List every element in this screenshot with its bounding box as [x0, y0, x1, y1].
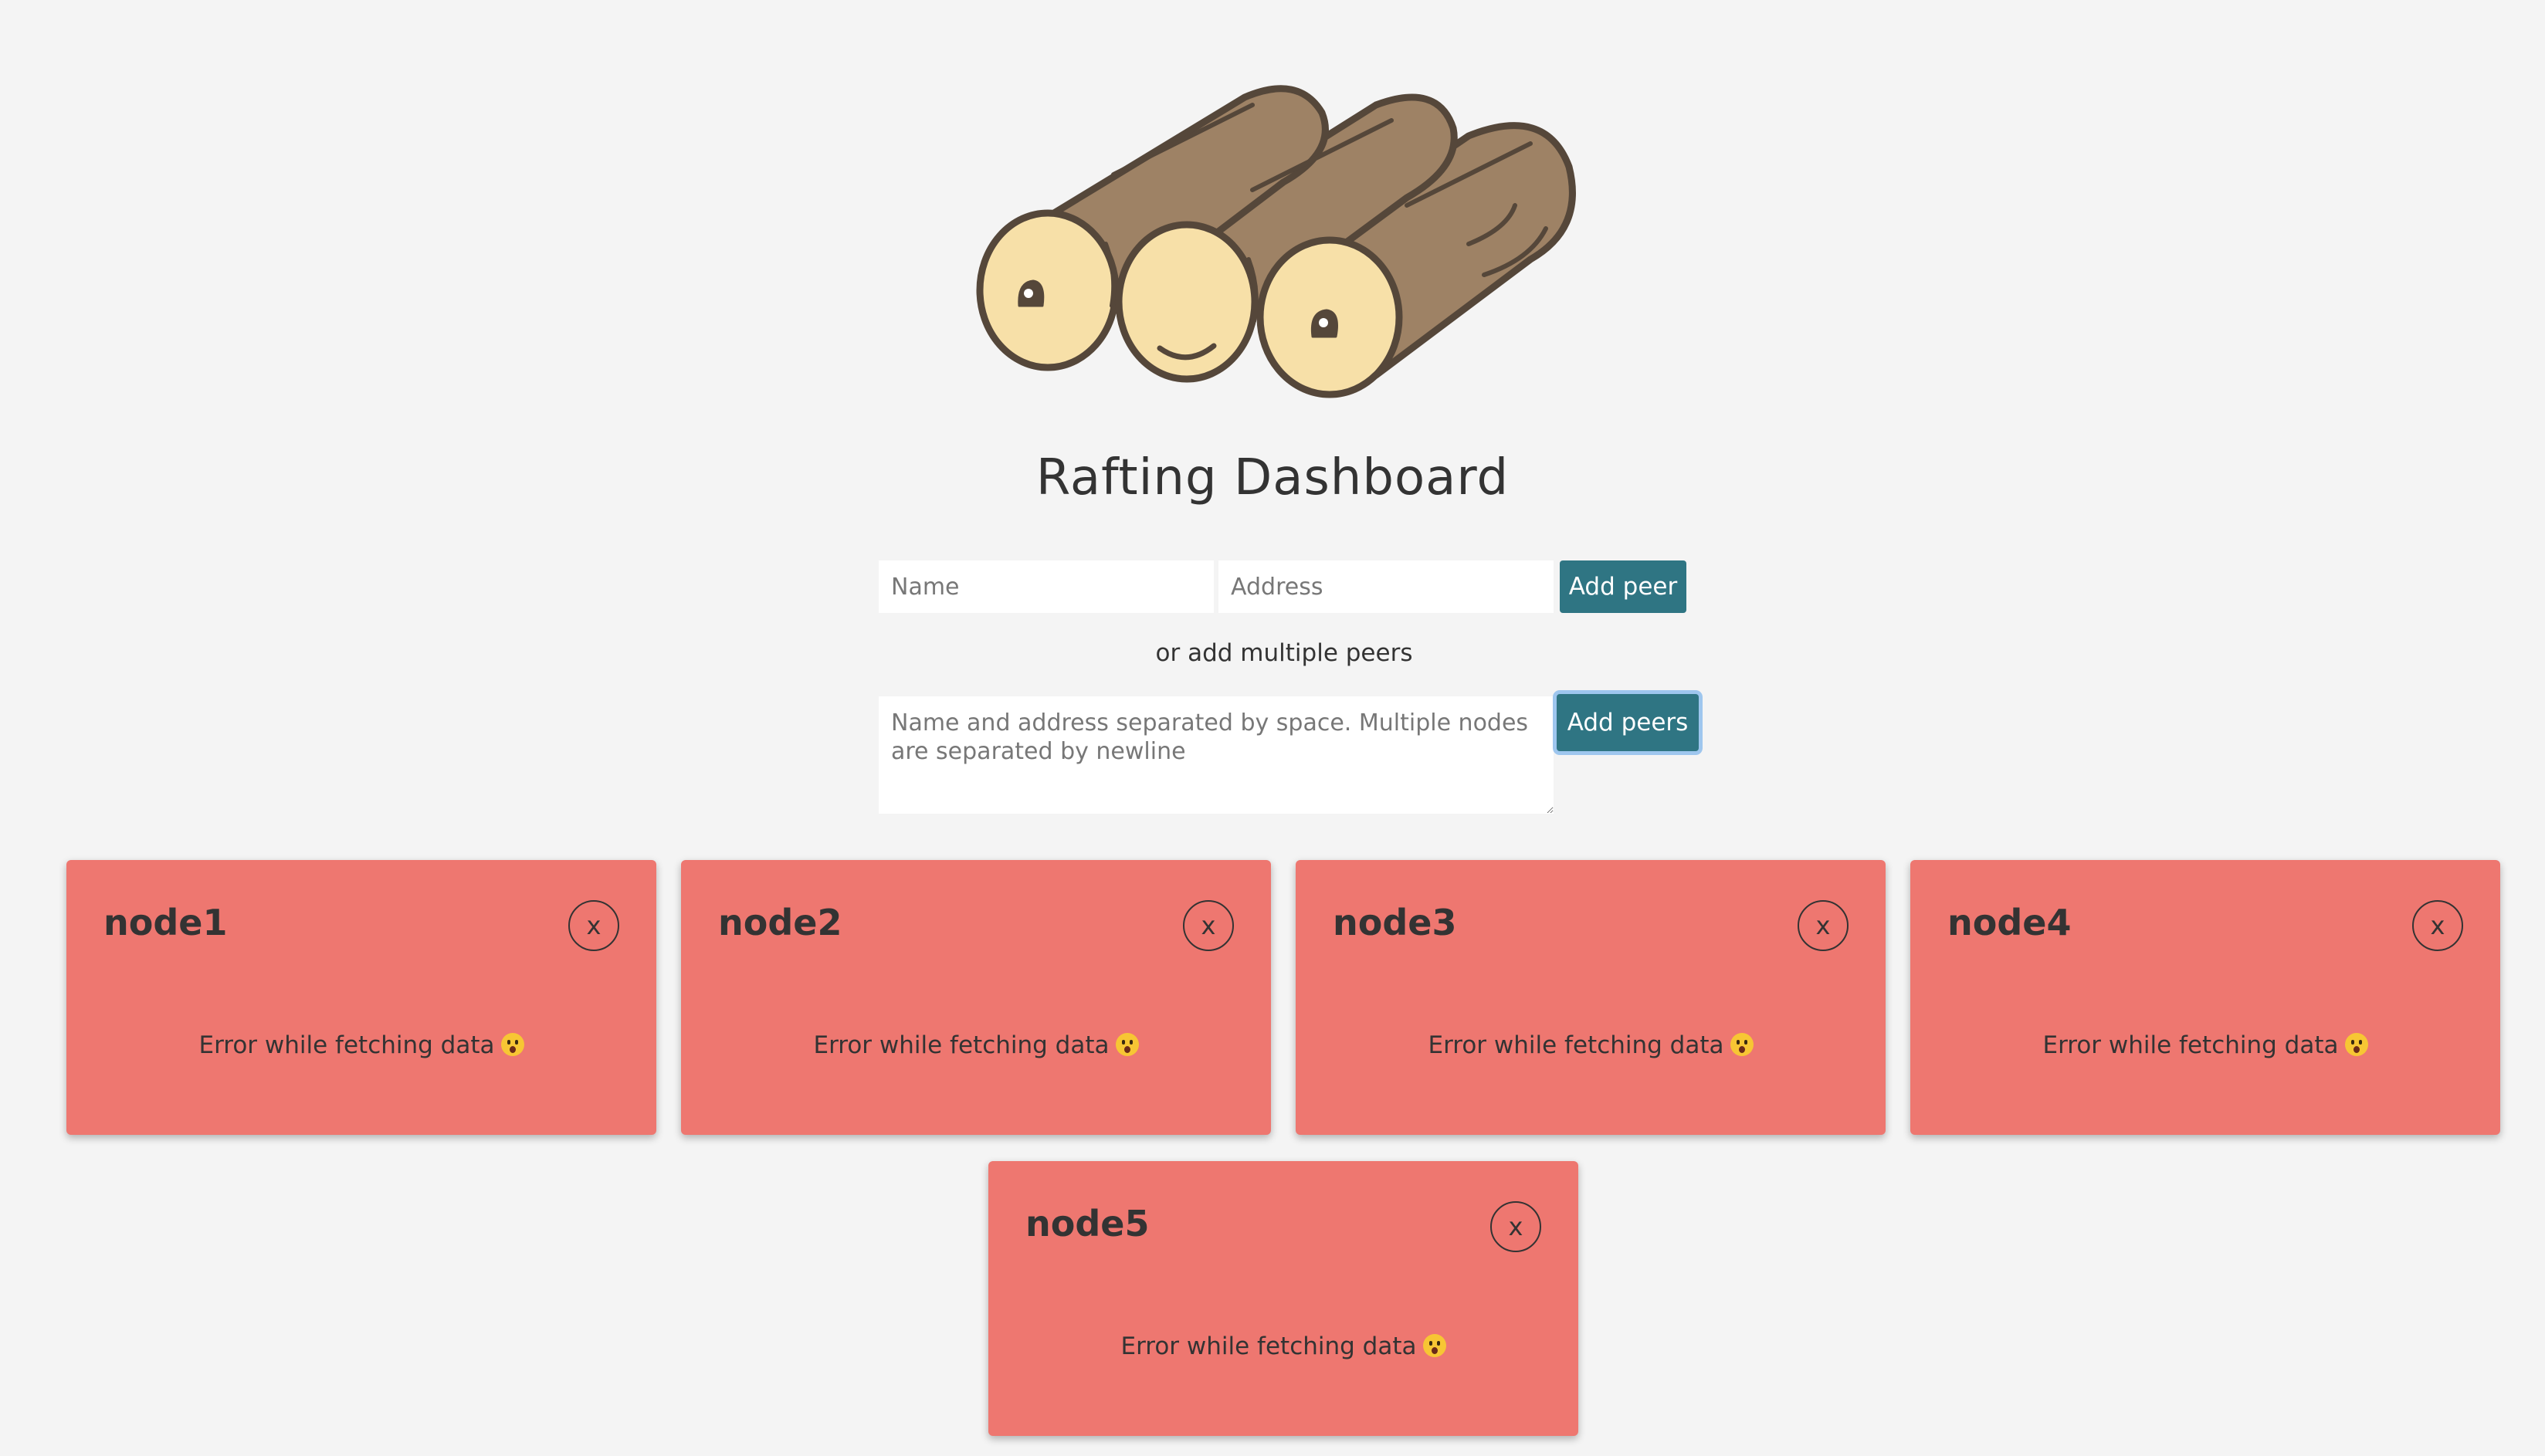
node-card: node1 x Error while fetching data — [66, 860, 656, 1135]
screaming-face-emoji-icon — [1730, 1033, 1754, 1056]
peers-textarea[interactable] — [879, 696, 1554, 814]
node-name: node4 — [1947, 902, 2072, 943]
error-text: Error while fetching data — [1428, 1031, 1724, 1059]
add-multiple-peers-label: or add multiple peers — [1155, 639, 1413, 667]
node-card: node3 x Error while fetching data — [1296, 860, 1886, 1135]
name-input[interactable] — [879, 560, 1214, 613]
error-text: Error while fetching data — [2042, 1031, 2339, 1059]
node-card: node2 x Error while fetching data — [681, 860, 1271, 1135]
node-card: node5 x Error while fetching data — [988, 1161, 1578, 1436]
remove-node-button[interactable]: x — [1490, 1201, 1541, 1252]
screaming-face-emoji-icon — [1422, 1334, 1446, 1357]
page-title: Rafting Dashboard — [1035, 449, 1510, 506]
node-name: node3 — [1333, 902, 1457, 943]
address-input[interactable] — [1218, 560, 1554, 613]
remove-node-button[interactable]: x — [568, 900, 619, 951]
node-error-message: Error while fetching data — [681, 1031, 1271, 1059]
screaming-face-emoji-icon — [500, 1033, 524, 1056]
raft-logs-logo — [976, 85, 1576, 398]
node-card: node4 x Error while fetching data — [1910, 860, 2500, 1135]
remove-node-button[interactable]: x — [2412, 900, 2463, 951]
remove-node-button[interactable]: x — [1183, 900, 1234, 951]
node-name: node2 — [718, 902, 842, 943]
error-text: Error while fetching data — [813, 1031, 1110, 1059]
add-peer-button[interactable]: Add peer — [1560, 560, 1686, 613]
screaming-face-emoji-icon — [1115, 1033, 1139, 1056]
node-error-message: Error while fetching data — [988, 1332, 1578, 1360]
node-error-message: Error while fetching data — [66, 1031, 656, 1059]
node-error-message: Error while fetching data — [1910, 1031, 2500, 1059]
node-error-message: Error while fetching data — [1296, 1031, 1886, 1059]
node-name: node5 — [1025, 1203, 1150, 1244]
screaming-face-emoji-icon — [2344, 1033, 2368, 1056]
error-text: Error while fetching data — [1120, 1332, 1417, 1360]
remove-node-button[interactable]: x — [1798, 900, 1849, 951]
add-peers-button[interactable]: Add peers — [1557, 694, 1699, 751]
error-text: Error while fetching data — [198, 1031, 495, 1059]
node-name: node1 — [103, 902, 228, 943]
